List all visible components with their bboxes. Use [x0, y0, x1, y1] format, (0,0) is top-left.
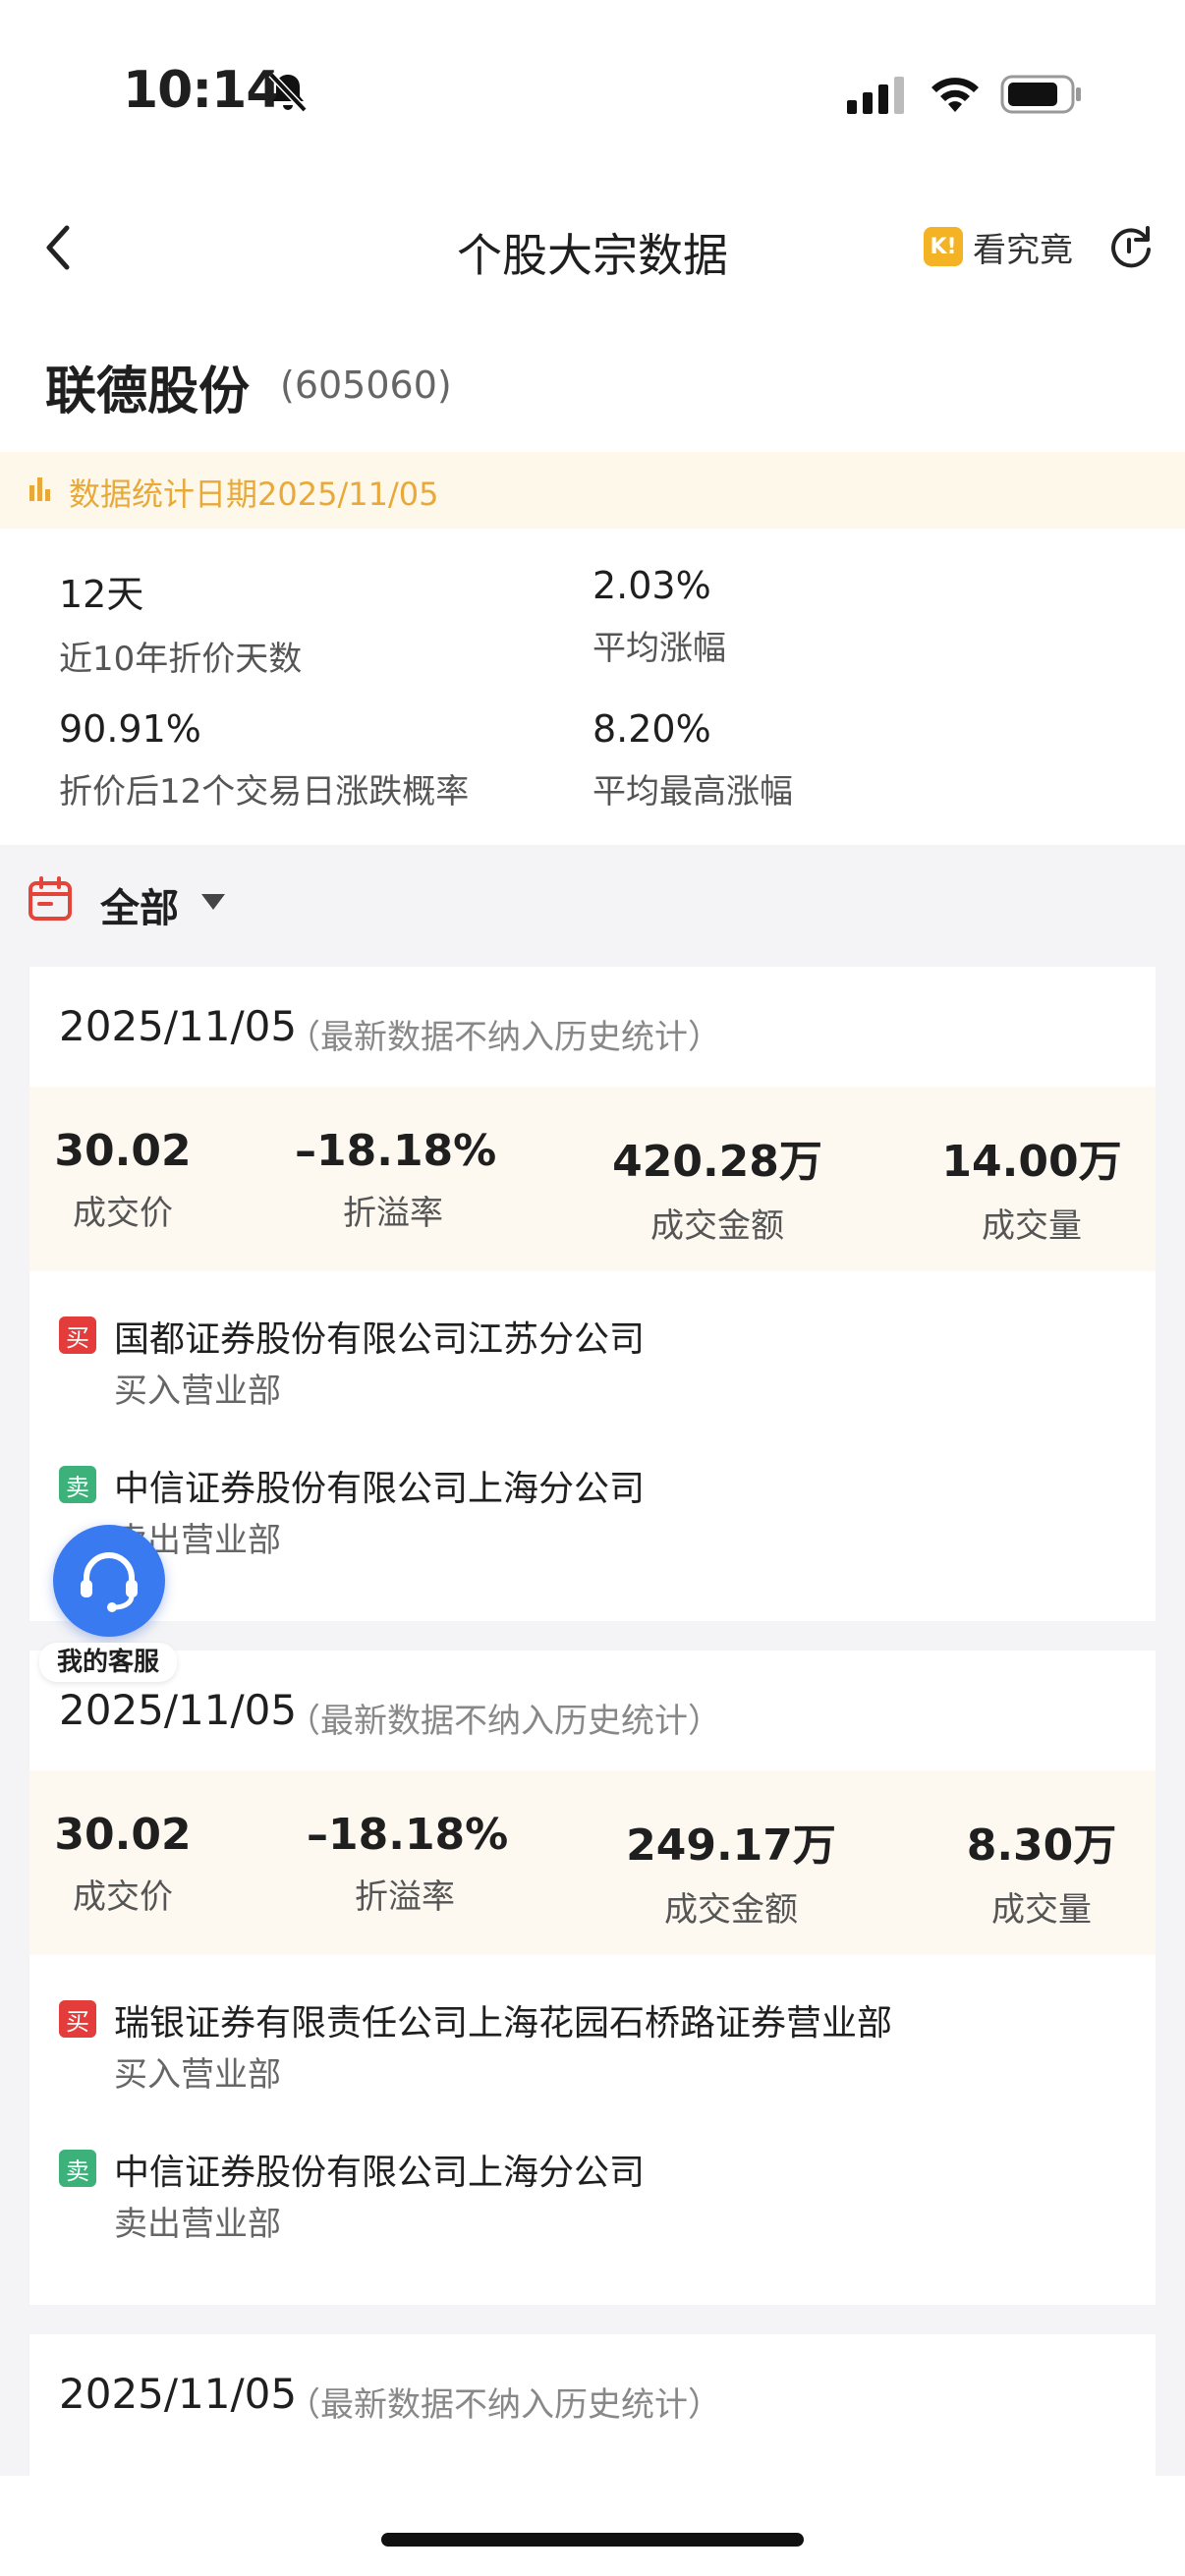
trade-note: （最新数据不纳入历史统计）	[287, 2385, 721, 2425]
bell-muted-icon	[268, 72, 308, 113]
insight-icon: K!	[924, 227, 963, 266]
insight-button[interactable]: K! 看究竟	[924, 222, 1073, 271]
trade-date: 2025/11/05	[59, 1002, 298, 1050]
stat-value: 8.20%	[592, 707, 711, 751]
stats-date-text: 数据统计日期2025/11/05	[69, 476, 439, 513]
block-trade-card: 2025/11/05 （最新数据不纳入历史统计）	[29, 2334, 1156, 2482]
bottom-safe-area	[0, 2476, 1185, 2576]
insight-label: 看究竟	[973, 230, 1073, 270]
metric-premium: –18.18% 折溢率	[307, 1810, 509, 1918]
seller-name: 中信证券股份有限公司上海分公司	[114, 1469, 646, 1509]
metric-value: 420.28万	[612, 1137, 822, 1187]
stats-panel: 12天 近10年折价天数 2.03% 平均涨幅 90.91% 折价后12个交易日…	[0, 529, 1185, 845]
trade-note: （最新数据不纳入历史统计）	[287, 1702, 721, 1741]
buyer-name: 瑞银证券有限责任公司上海花园石桥路证券营业部	[114, 2003, 893, 2044]
service-circle	[53, 1525, 165, 1637]
metric-label: 成交量	[991, 1890, 1092, 1930]
calendar-icon	[28, 876, 72, 921]
stock-code: (605060)	[280, 364, 452, 407]
metric-price: 30.02 成交价	[49, 1810, 197, 1918]
buyer-role: 买入营业部	[114, 1372, 281, 1411]
home-indicator[interactable]	[381, 2533, 804, 2547]
buyer-name: 国都证券股份有限公司江苏分公司	[114, 1319, 646, 1360]
stat-discount-days: 12天 近10年折价天数	[59, 564, 302, 680]
metric-amount: 420.28万 成交金额	[609, 1126, 825, 1247]
seller-role: 卖出营业部	[114, 2205, 281, 2244]
status-bar: 10:14	[0, 0, 1185, 187]
signal-icon	[847, 77, 904, 114]
stat-value: 2.03%	[592, 564, 711, 607]
metric-label: 成交金额	[664, 1890, 798, 1930]
metric-label: 折溢率	[355, 1877, 455, 1917]
buy-tag: 买	[59, 2000, 96, 2038]
sell-tag: 卖	[59, 2150, 96, 2187]
metric-value: 14.00万	[941, 1137, 1122, 1187]
nav-bar: 个股大宗数据 K! 看究竟	[0, 187, 1185, 314]
headset-icon	[81, 1552, 138, 1612]
stock-header: 联德股份 (605060)	[0, 314, 1185, 452]
customer-service-button[interactable]: 我的客服	[39, 1525, 177, 1682]
stock-name: 联德股份	[45, 363, 251, 421]
metric-value: –18.18%	[295, 1126, 497, 1176]
stat-label: 折价后12个交易日涨跌概率	[59, 772, 470, 812]
stat-value: 90.91%	[59, 707, 201, 751]
buyer-role: 买入营业部	[114, 2055, 281, 2095]
metric-label: 成交金额	[650, 1206, 784, 1246]
sell-tag: 卖	[59, 1466, 96, 1503]
block-trade-card: 2025/11/05 （最新数据不纳入历史统计） 30.02 成交价 –18.1…	[29, 1651, 1156, 2305]
metric-value: –18.18%	[307, 1810, 509, 1860]
filter-dropdown[interactable]: 全部	[0, 845, 1185, 963]
wifi-icon	[931, 78, 979, 112]
metric-value: 249.17万	[626, 1820, 836, 1871]
card-header: 2025/11/05 （最新数据不纳入历史统计）	[29, 967, 1156, 1087]
metric-volume: 14.00万 成交量	[933, 1126, 1130, 1247]
metric-premium: –18.18% 折溢率	[295, 1126, 497, 1234]
stats-date-banner: 数据统计日期2025/11/05	[0, 452, 1185, 529]
metric-price: 30.02 成交价	[49, 1126, 197, 1234]
block-trade-card: 2025/11/05 （最新数据不纳入历史统计） 30.02 成交价 –18.1…	[29, 967, 1156, 1621]
trade-date: 2025/11/05	[59, 2370, 298, 2418]
trade-note: （最新数据不纳入历史统计）	[287, 1018, 721, 1057]
metric-value: 30.02	[54, 1126, 192, 1176]
metric-label: 成交量	[982, 1206, 1082, 1246]
service-label: 我的客服	[39, 1643, 177, 1682]
buy-tag: 买	[59, 1316, 96, 1354]
stat-label: 平均涨幅	[592, 629, 726, 668]
stat-up-probability: 90.91% 折价后12个交易日涨跌概率	[59, 707, 469, 812]
stat-avg-change: 2.03% 平均涨幅	[592, 564, 726, 669]
seller-name: 中信证券股份有限公司上海分公司	[114, 2153, 646, 2193]
battery-icon	[1000, 75, 1081, 114]
filter-label: 全部	[100, 886, 179, 931]
metric-label: 成交价	[73, 1877, 173, 1917]
card-header: 2025/11/05 （最新数据不纳入历史统计）	[29, 2334, 1156, 2454]
stat-avg-max-change: 8.20% 平均最高涨幅	[592, 707, 793, 812]
stat-value: 12天	[59, 573, 144, 616]
metric-label: 成交价	[73, 1194, 173, 1233]
status-time: 10:14	[123, 61, 282, 120]
metric-label: 折溢率	[343, 1194, 443, 1233]
metric-value: 30.02	[54, 1810, 192, 1860]
metric-value: 8.30万	[966, 1820, 1117, 1871]
refresh-icon[interactable]	[1104, 220, 1157, 273]
stat-label: 近10年折价天数	[59, 640, 303, 679]
caret-down-icon	[201, 894, 225, 910]
metric-volume: 8.30万 成交量	[943, 1810, 1140, 1931]
card-header: 2025/11/05 （最新数据不纳入历史统计）	[29, 1651, 1156, 1770]
stat-label: 平均最高涨幅	[592, 772, 793, 812]
metric-amount: 249.17万 成交金额	[623, 1810, 839, 1931]
trade-date: 2025/11/05	[59, 1686, 298, 1734]
trade-metrics: 30.02 成交价 –18.18% 折溢率 249.17万 成交金额 8.30万…	[29, 1770, 1156, 1955]
bar-chart-icon	[29, 477, 50, 501]
page: 10:14 个股大宗数据 K! 看究竟 联德股份 (605060) 数据统计日期…	[0, 0, 1185, 2576]
trade-metrics: 30.02 成交价 –18.18% 折溢率 420.28万 成交金额 14.00…	[29, 1087, 1156, 1271]
